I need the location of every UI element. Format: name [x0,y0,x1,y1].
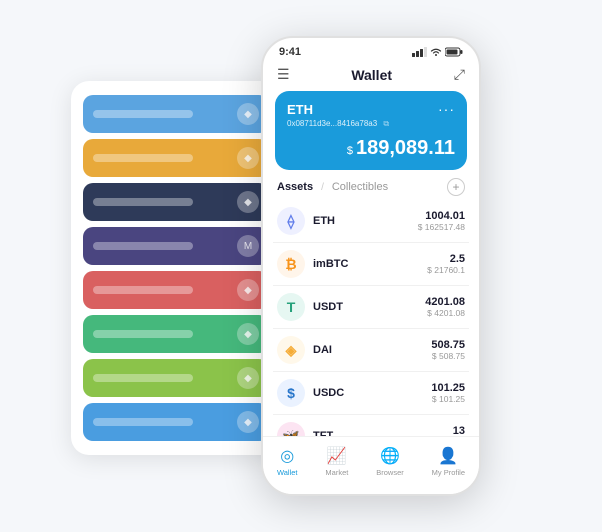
status-icons [412,47,463,57]
asset-item-usdt[interactable]: T USDT4201.08$ 4201.08 [273,286,469,329]
eth-card-header: ETH ··· [287,101,455,117]
expand-icon[interactable]: ⤢ [454,66,465,83]
stack-card-text-3 [93,242,193,250]
asset-item-eth[interactable]: ⟠ ETH1004.01$ 162517.48 [273,200,469,243]
nav-item-my-profile[interactable]: 👤 My Profile [432,446,465,477]
signal-icon [412,47,427,57]
card-stack: ◆ ◆ ◆ M ◆ ◆ ◆ ◆ [71,81,281,455]
asset-list: ⟠ ETH1004.01$ 162517.48 ₿ imBTC2.5$ 21760.1… [263,200,479,458]
nav-label-my-profile: My Profile [432,468,465,477]
asset-amounts-usdt: 4201.08$ 4201.08 [425,296,465,318]
asset-amounts-eth: 1004.01$ 162517.48 [418,210,465,232]
nav-icon-browser: 🌐 [380,446,400,466]
stack-card-text-0 [93,110,193,118]
copy-icon[interactable]: ⧉ [383,119,389,128]
asset-amounts-usdc: 101.25$ 101.25 [431,382,465,404]
asset-usd-dai: $ 508.75 [431,351,465,361]
stack-card-icon-2: ◆ [237,191,259,213]
battery-icon [445,47,463,57]
stack-card-icon-1: ◆ [237,147,259,169]
asset-name-dai: DAI [313,344,431,356]
asset-amount-usdc: 101.25 [431,382,465,394]
stack-card-text-1 [93,154,193,162]
stack-card-6[interactable]: ◆ [83,359,269,397]
wifi-icon [430,47,442,57]
nav-icon-market: 📈 [327,446,347,466]
status-bar: 9:41 [263,38,479,62]
eth-card-balance: $189,089.11 [287,137,455,160]
asset-amount-eth: 1004.01 [418,210,465,222]
tab-collectibles[interactable]: Collectibles [332,181,388,193]
stack-card-text-6 [93,374,193,382]
asset-item-imbtc[interactable]: ₿ imBTC2.5$ 21760.1 [273,243,469,286]
nav-label-wallet: Wallet [277,468,298,477]
stack-card-7[interactable]: ◆ [83,403,269,441]
asset-amount-dai: 508.75 [431,339,465,351]
nav-label-browser: Browser [376,468,404,477]
nav-icon-my-profile: 👤 [438,446,458,466]
asset-icon-usdt: T [277,293,305,321]
asset-amount-usdt: 4201.08 [425,296,465,308]
stack-card-text-4 [93,286,193,294]
asset-icon-usdc: $ [277,379,305,407]
asset-icon-imbtc: ₿ [277,250,305,278]
stack-card-icon-0: ◆ [237,103,259,125]
nav-label-market: Market [325,468,348,477]
asset-name-eth: ETH [313,215,418,227]
add-asset-button[interactable]: + [447,178,465,196]
asset-name-usdt: USDT [313,301,425,313]
stack-card-1[interactable]: ◆ [83,139,269,177]
tab-divider: / [321,182,324,193]
stack-card-3[interactable]: M [83,227,269,265]
asset-item-dai[interactable]: ◈ DAI508.75$ 508.75 [273,329,469,372]
stack-card-2[interactable]: ◆ [83,183,269,221]
asset-usd-usdt: $ 4201.08 [425,308,465,318]
eth-card: ETH ··· 0x08711d3e...8416a78a3 ⧉ $189,08… [275,91,467,170]
eth-card-address: 0x08711d3e...8416a78a3 ⧉ [287,119,455,129]
page-title: Wallet [351,67,392,83]
asset-usd-imbtc: $ 21760.1 [427,265,465,275]
stack-card-icon-4: ◆ [237,279,259,301]
asset-item-usdc[interactable]: $ USDC101.25$ 101.25 [273,372,469,415]
asset-amounts-imbtc: 2.5$ 21760.1 [427,253,465,275]
menu-icon[interactable]: ☰ [277,66,290,83]
stack-card-icon-3: M [237,235,259,257]
nav-item-wallet[interactable]: ◎ Wallet [277,446,298,477]
scene: ◆ ◆ ◆ M ◆ ◆ ◆ ◆ 9:41 [11,11,591,521]
assets-tabs: Assets / Collectibles [277,181,388,193]
bottom-nav: ◎ Wallet 📈 Market 🌐 Browser 👤 My Profile [263,436,479,494]
asset-amounts-dai: 508.75$ 508.75 [431,339,465,361]
stack-card-text-2 [93,198,193,206]
assets-header: Assets / Collectibles + [263,170,479,200]
asset-name-usdc: USDC [313,387,431,399]
asset-amount-imbtc: 2.5 [427,253,465,265]
asset-usd-usdc: $ 101.25 [431,394,465,404]
tab-assets[interactable]: Assets [277,181,313,193]
asset-name-imbtc: imBTC [313,258,427,270]
asset-usd-eth: $ 162517.48 [418,222,465,232]
stack-card-5[interactable]: ◆ [83,315,269,353]
eth-card-menu[interactable]: ··· [438,101,455,117]
nav-icon-wallet: ◎ [280,446,294,466]
phone-mockup: 9:41 [261,36,481,496]
stack-card-text-7 [93,418,193,426]
eth-card-label: ETH [287,102,313,117]
status-time: 9:41 [279,46,301,58]
stack-card-icon-6: ◆ [237,367,259,389]
asset-icon-eth: ⟠ [277,207,305,235]
nav-item-market[interactable]: 📈 Market [325,446,348,477]
stack-card-icon-5: ◆ [237,323,259,345]
asset-icon-dai: ◈ [277,336,305,364]
stack-card-text-5 [93,330,193,338]
stack-card-icon-7: ◆ [237,411,259,433]
nav-item-browser[interactable]: 🌐 Browser [376,446,404,477]
stack-card-4[interactable]: ◆ [83,271,269,309]
stack-card-0[interactable]: ◆ [83,95,269,133]
phone-header: ☰ Wallet ⤢ [263,62,479,91]
